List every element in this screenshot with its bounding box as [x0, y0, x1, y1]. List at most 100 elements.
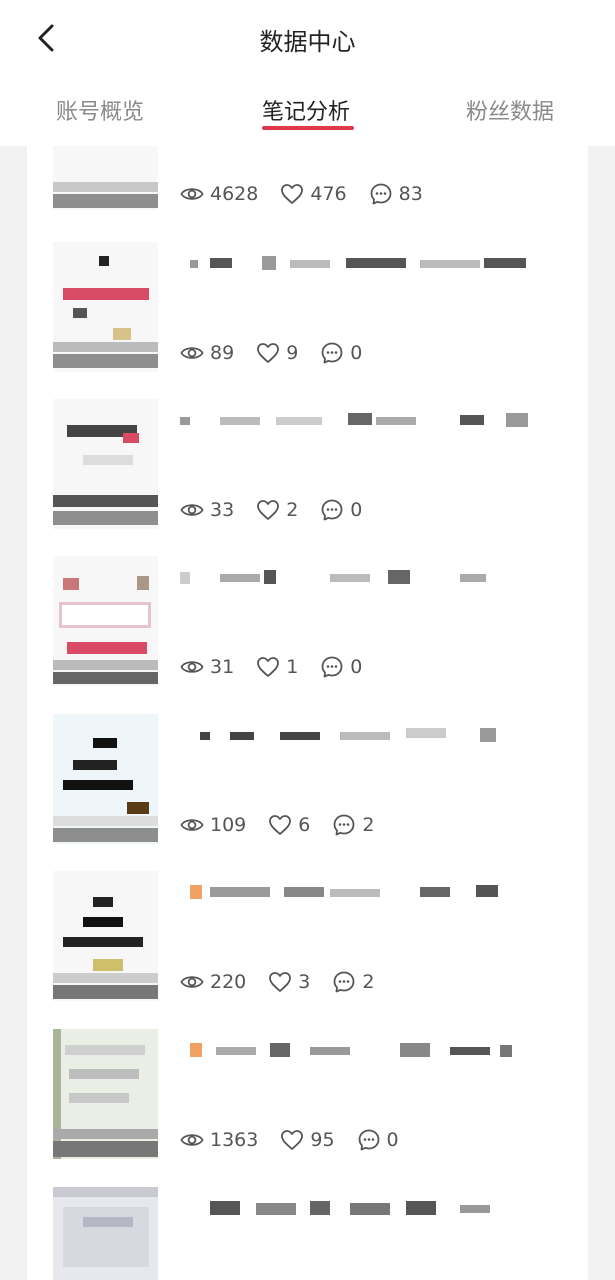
comment-icon [321, 499, 343, 521]
note-item[interactable]: 109 6 2 [27, 714, 588, 871]
likes-count: 2 [286, 499, 299, 521]
views-stat: 1363 [180, 1129, 258, 1151]
note-item[interactable]: 33 2 0 [27, 399, 588, 556]
views-count: 220 [210, 971, 247, 993]
note-title-blurred [180, 885, 540, 899]
active-tab-indicator [262, 126, 354, 130]
views-count: 1363 [210, 1129, 259, 1151]
note-stats: 220 3 2 [180, 969, 396, 995]
note-thumbnail [53, 1029, 158, 1159]
note-title-blurred [180, 1201, 540, 1215]
comments-count: 0 [386, 1129, 399, 1151]
heart-icon [269, 815, 292, 835]
tab-fans-data[interactable]: 粉丝数据 [466, 94, 554, 126]
views-count: 31 [210, 656, 235, 678]
tab-account-overview[interactable]: 账号概览 [56, 94, 144, 126]
heart-icon [281, 184, 304, 204]
likes-stat: 3 [268, 971, 310, 993]
views-stat: 33 [180, 499, 234, 521]
note-item[interactable]: 31 1 0 [27, 556, 588, 713]
eye-icon [180, 661, 204, 673]
tab-bar: 账号概览 笔记分析 粉丝数据 [0, 80, 615, 144]
note-thumbnail [53, 1187, 158, 1280]
views-stat: 89 [180, 342, 234, 364]
note-item[interactable]: 220 3 2 [27, 871, 588, 1028]
note-thumbnail [53, 714, 158, 844]
note-title-blurred [180, 728, 540, 742]
heart-icon [257, 657, 280, 677]
note-thumbnail [53, 399, 158, 529]
views-stat: 4628 [180, 183, 258, 205]
note-stats: 33 2 0 [180, 497, 384, 523]
comment-icon [333, 814, 355, 836]
comments-stat: 83 [369, 182, 423, 206]
note-thumbnail [53, 242, 158, 372]
note-thumbnail [53, 871, 158, 1001]
note-item[interactable]: 1363 95 0 [27, 1029, 588, 1186]
comments-count: 2 [362, 971, 375, 993]
comments-count: 83 [398, 183, 423, 205]
likes-stat: 1 [256, 656, 298, 678]
note-thumbnail [53, 146, 158, 236]
note-thumbnail [53, 556, 158, 686]
page-background-right [588, 146, 615, 1280]
views-count: 89 [210, 342, 235, 364]
comment-icon [333, 971, 355, 993]
heart-icon [281, 1130, 304, 1150]
likes-count: 3 [298, 971, 311, 993]
likes-stat: 95 [280, 1129, 335, 1151]
comments-count: 2 [362, 814, 375, 836]
note-list: 4628 476 83 89 9 0 33 2 0 31 1 0 109 6 2… [27, 146, 588, 1280]
eye-icon [180, 819, 204, 831]
comments-stat: 0 [320, 498, 362, 522]
comments-stat: 2 [332, 813, 374, 837]
likes-stat: 9 [256, 342, 298, 364]
note-title-blurred [180, 570, 540, 584]
tab-note-analysis[interactable]: 笔记分析 [262, 94, 350, 126]
likes-count: 95 [310, 1129, 335, 1151]
eye-icon [180, 188, 204, 200]
views-stat: 31 [180, 656, 234, 678]
heart-icon [257, 343, 280, 363]
comment-icon [321, 342, 343, 364]
comments-count: 0 [350, 656, 363, 678]
comments-stat: 0 [320, 341, 362, 365]
views-stat: 220 [180, 971, 246, 993]
note-item[interactable]: 89 9 0 [27, 242, 588, 399]
comments-stat: 0 [357, 1128, 399, 1152]
note-title-blurred [180, 1043, 540, 1057]
heart-icon [257, 500, 280, 520]
page-title: 数据中心 [259, 28, 356, 56]
note-stats: 89 9 0 [180, 340, 384, 366]
eye-icon [180, 504, 204, 516]
note-stats: 31 1 0 [180, 654, 384, 680]
comments-count: 0 [350, 342, 363, 364]
likes-count: 9 [286, 342, 299, 364]
comments-stat: 0 [320, 655, 362, 679]
heart-icon [269, 972, 292, 992]
eye-icon [180, 347, 204, 359]
comments-count: 0 [350, 499, 363, 521]
comment-icon [358, 1129, 379, 1151]
note-stats: 4628 476 83 [180, 181, 445, 207]
note-title-blurred [180, 413, 540, 427]
views-count: 4628 [210, 183, 259, 205]
likes-stat: 476 [280, 183, 347, 205]
likes-count: 476 [310, 183, 347, 205]
likes-stat: 2 [256, 499, 298, 521]
comments-stat: 2 [332, 970, 374, 994]
likes-count: 1 [286, 656, 299, 678]
note-stats: 1363 95 0 [180, 1127, 421, 1153]
eye-icon [180, 976, 204, 988]
top-bar: 数据中心 [0, 0, 615, 78]
note-stats: 109 6 2 [180, 812, 396, 838]
comment-icon [321, 656, 343, 678]
views-count: 109 [210, 814, 247, 836]
comment-icon [370, 183, 392, 205]
views-stat: 109 [180, 814, 246, 836]
views-count: 33 [210, 499, 235, 521]
note-item[interactable] [27, 1187, 588, 1280]
likes-stat: 6 [268, 814, 310, 836]
page-background-left [0, 146, 27, 1280]
likes-count: 6 [298, 814, 311, 836]
